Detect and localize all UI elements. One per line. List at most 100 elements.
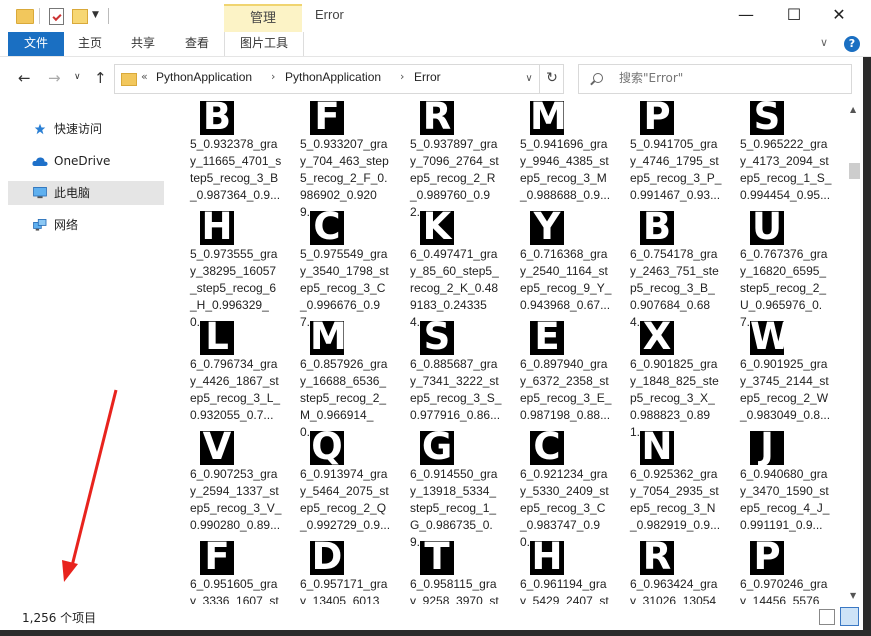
manage-tab[interactable]: 管理 — [224, 4, 302, 34]
file-item[interactable]: U 6_0.767376_gray_16820_6595_step5_recog_… — [718, 211, 828, 329]
file-item[interactable]: Q 6_0.913974_gray_5464_2075_step5_recog_2… — [278, 431, 390, 541]
file-thumbnail: E — [530, 321, 564, 355]
thumbnail-glyph: W — [750, 321, 784, 355]
up-arrow-icon[interactable]: ↑ — [94, 69, 107, 87]
file-item[interactable]: B 6_0.754178_gray_2463_751_step5_recog_3_… — [608, 211, 719, 329]
details-view-icon[interactable] — [819, 609, 835, 625]
close-button[interactable]: ✕ — [816, 0, 862, 32]
file-name: 6_0.940680_gray_3470_1590_step5_recog_4_… — [740, 467, 830, 532]
status-bar: 1,256 个项目 — [0, 604, 871, 630]
file-item[interactable]: R6_0.963424_gray_31026_13054_ — [608, 541, 718, 604]
scroll-up-icon[interactable]: ▲ — [850, 105, 856, 114]
file-item[interactable]: G 6_0.914550_gray_13918_5334_step5_recog_… — [388, 431, 498, 549]
tab-picture-tools[interactable]: 图片工具 — [224, 32, 304, 56]
thumbnail-glyph: H — [201, 211, 233, 245]
search-box[interactable] — [578, 64, 852, 94]
file-name: 5_0.932378_gray_11665_4701_step5_recog_3… — [190, 137, 282, 202]
chevron-down-icon[interactable]: ▼ — [92, 10, 99, 28]
file-item[interactable]: H 6_0.961194_gray_5429_2407_st — [498, 541, 609, 604]
address-bar[interactable]: « PythonApplication › PythonApplication … — [114, 64, 564, 94]
thumbnail-glyph: T — [424, 541, 450, 575]
file-name: 6_0.901825_gray_1848_825_step5_recog_3_X… — [630, 357, 719, 439]
thumbnail-glyph: H — [531, 541, 563, 575]
file-item[interactable]: T 6_0.958115_gray_9258_3970_st — [388, 541, 499, 604]
file-name: 6_0.921234_gray_5330_2409_step5_recog_3_… — [520, 467, 609, 549]
chevron-down-icon[interactable]: ∨ — [517, 65, 540, 93]
breadcrumb-separator[interactable]: › — [400, 70, 404, 83]
expand-ribbon-icon[interactable]: ∨ — [820, 36, 828, 49]
file-item[interactable]: F 5_0.933207_gray_704_463_step5_recog_2_F… — [278, 101, 389, 219]
file-item[interactable]: D6_0.957171_gray_13405_6013_s — [278, 541, 388, 604]
file-item[interactable]: R 5_0.937897_gray_7096_2764_step5_recog_2… — [388, 101, 499, 219]
thumbnail-glyph: F — [314, 101, 340, 135]
sidebar-item-quick-access[interactable]: 快速访问 — [8, 117, 164, 141]
file-item[interactable]: S 6_0.885687_gray_7341_3222_step5_recog_3… — [388, 321, 501, 431]
file-item[interactable]: V 6_0.907253_gray_2594_1337_step5_recog_3… — [168, 431, 281, 541]
sidebar-item-this-pc[interactable]: 此电脑 — [8, 181, 164, 205]
file-item[interactable]: C 6_0.921234_gray_5330_2409_step5_recog_3… — [498, 431, 609, 549]
file-item[interactable]: E 6_0.897940_gray_6372_2358_step5_recog_3… — [498, 321, 611, 431]
sidebar-item-network[interactable]: 网络 — [8, 213, 164, 237]
file-name: 6_0.970246_gray_14456_5576_s — [740, 577, 828, 604]
file-item[interactable]: Y 6_0.716368_gray_2540_1164_step5_recog_9… — [498, 211, 611, 321]
file-item[interactable]: P 5_0.941705_gray_4746_1795_step5_recog_3… — [608, 101, 721, 211]
thumbnail-glyph: P — [643, 101, 671, 135]
vertical-scrollbar[interactable]: ▲ ▼ — [846, 101, 863, 604]
file-item[interactable]: J 6_0.940680_gray_3470_1590_step5_recog_4… — [718, 431, 829, 541]
divider — [39, 8, 40, 24]
file-name: 6_0.497471_gray_85_60_step5_recog_2_K_0.… — [410, 247, 499, 329]
file-item[interactable]: M 6_0.857926_gray_16688_6536_step5_recog_… — [278, 321, 388, 439]
scrollbar-thumb[interactable] — [849, 163, 860, 179]
overflow-crumbs[interactable]: « — [141, 70, 148, 83]
file-thumbnail: G — [420, 431, 454, 465]
file-item[interactable]: W 6_0.901925_gray_3745_2144_step5_recog_2… — [718, 321, 830, 431]
file-item[interactable]: F 6_0.951605_gray_3336_1607_st — [168, 541, 279, 604]
file-thumbnail: M — [310, 321, 344, 355]
tab-home[interactable]: 主页 — [70, 32, 110, 56]
file-item[interactable]: L 6_0.796734_gray_4426_1867_step5_recog_3… — [168, 321, 280, 431]
breadcrumb-item[interactable]: PythonApplication — [156, 70, 252, 84]
search-icon — [593, 73, 603, 83]
properties-icon[interactable] — [49, 8, 64, 25]
sidebar-item-label: 网络 — [54, 218, 79, 232]
tab-file[interactable]: 文件 — [8, 32, 64, 56]
breadcrumb-item[interactable]: PythonApplication — [285, 70, 381, 84]
recent-locations-icon[interactable]: ∨ — [74, 72, 81, 82]
file-item[interactable]: P6_0.970246_gray_14456_5576_s — [718, 541, 828, 604]
file-name: 5_0.965222_gray_4173_2094_step5_recog_1_… — [740, 137, 832, 202]
tab-share[interactable]: 共享 — [122, 32, 164, 56]
folder-icon — [121, 73, 137, 86]
file-item[interactable]: H 5_0.973555_gray_38295_16057_step5_recog… — [168, 211, 278, 329]
file-thumbnail: R — [420, 101, 454, 135]
file-name: 6_0.857926_gray_16688_6536_step5_recog_2… — [300, 357, 388, 439]
sidebar-item-onedrive[interactable]: OneDrive — [8, 149, 164, 173]
refresh-icon[interactable]: ↻ — [539, 65, 564, 93]
minimize-button[interactable]: — — [723, 0, 769, 32]
file-name: 6_0.716368_gray_2540_1164_step5_recog_9_… — [520, 247, 612, 312]
file-item[interactable]: X 6_0.901825_gray_1848_825_step5_recog_3_… — [608, 321, 719, 439]
file-item[interactable]: S 5_0.965222_gray_4173_2094_step5_recog_1… — [718, 101, 831, 211]
large-icons-view-icon[interactable] — [840, 607, 859, 626]
scroll-down-icon[interactable]: ▼ — [850, 591, 856, 600]
search-input[interactable] — [619, 71, 839, 85]
tab-view[interactable]: 查看 — [176, 32, 218, 56]
file-item[interactable]: M 5_0.941696_gray_9946_4385_step5_recog_3… — [498, 101, 610, 211]
file-name: 6_0.958115_gray_9258_3970_st — [410, 577, 499, 604]
file-item[interactable]: C 5_0.975549_gray_3540_1798_step5_recog_3… — [278, 211, 389, 329]
back-arrow-icon[interactable]: ← — [18, 69, 31, 87]
breadcrumb-separator[interactable]: › — [271, 70, 275, 83]
breadcrumb-current[interactable]: Error — [414, 70, 441, 84]
file-item[interactable]: K 6_0.497471_gray_85_60_step5_recog_2_K_0… — [388, 211, 499, 329]
file-name: 5_0.933207_gray_704_463_step5_recog_2_F_… — [300, 137, 389, 219]
thumbnail-glyph: U — [751, 211, 783, 245]
file-thumbnail: N — [640, 431, 674, 465]
help-icon[interactable]: ? — [844, 36, 860, 52]
thumbnail-glyph: B — [202, 101, 232, 135]
navigation-bar: ← → ∨ ↑ « PythonApplication › PythonAppl… — [0, 57, 871, 101]
file-item[interactable]: N 6_0.925362_gray_7054_2935_step5_recog_3… — [608, 431, 720, 541]
folder-icon[interactable] — [16, 9, 34, 24]
maximize-button[interactable]: ☐ — [771, 0, 817, 32]
forward-arrow-icon[interactable]: → — [48, 69, 61, 87]
new-folder-icon[interactable] — [72, 9, 88, 24]
file-item[interactable]: B 5_0.932378_gray_11665_4701_step5_recog_… — [168, 101, 281, 211]
